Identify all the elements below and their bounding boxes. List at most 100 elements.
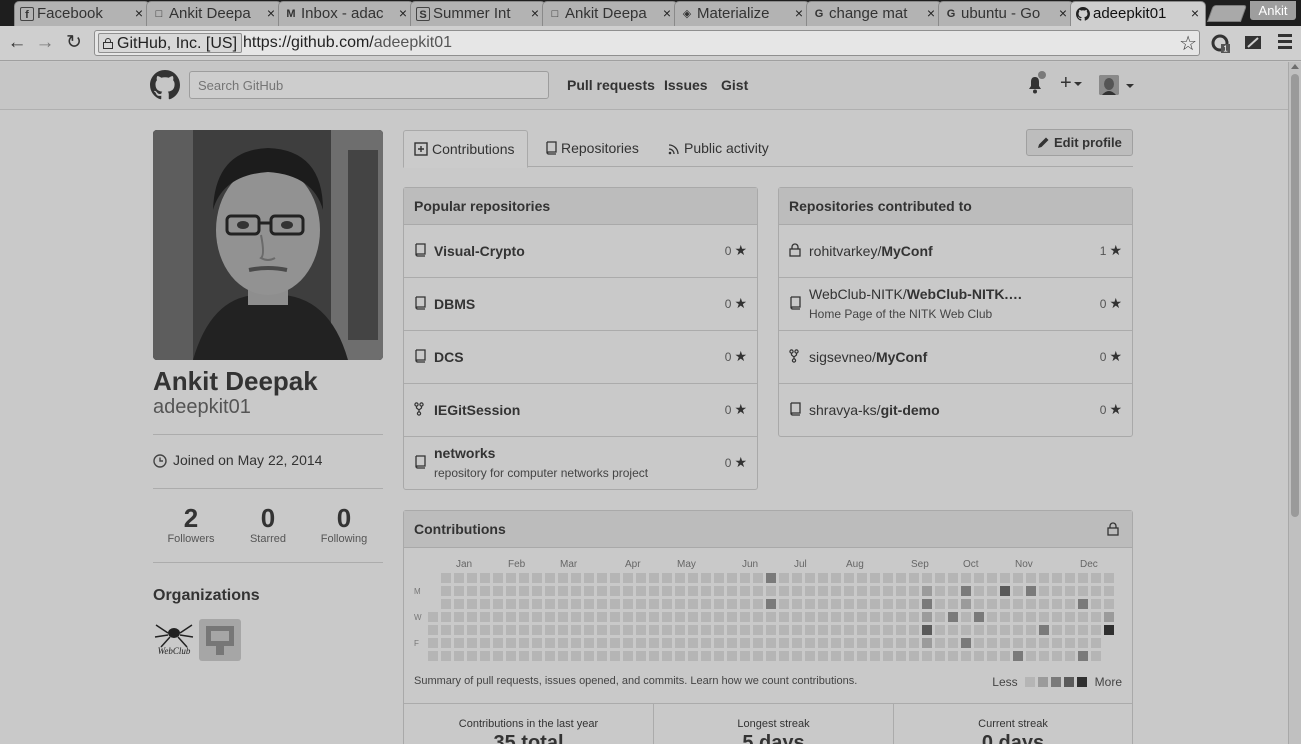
contribution-day[interactable] — [532, 612, 542, 622]
contribution-day[interactable] — [1091, 586, 1101, 596]
contribution-day[interactable] — [974, 612, 984, 622]
contribution-day[interactable] — [883, 573, 893, 583]
contribution-day[interactable] — [558, 625, 568, 635]
contribution-day[interactable] — [857, 612, 867, 622]
org-avatar-nitk[interactable] — [199, 619, 241, 661]
contribution-day[interactable] — [662, 573, 672, 583]
contribution-day[interactable] — [1078, 573, 1088, 583]
org-avatar-webclub[interactable]: WebClub — [153, 619, 195, 661]
contribution-day[interactable] — [649, 586, 659, 596]
contribution-day[interactable] — [805, 638, 815, 648]
contribution-day[interactable] — [766, 625, 776, 635]
contribution-day[interactable] — [636, 573, 646, 583]
contribution-day[interactable] — [961, 612, 971, 622]
contribution-day[interactable] — [1104, 599, 1114, 609]
contribution-day[interactable] — [545, 612, 555, 622]
contribution-day[interactable] — [974, 625, 984, 635]
contribution-day[interactable] — [766, 638, 776, 648]
contribution-day[interactable] — [1026, 651, 1036, 661]
contribution-day[interactable] — [935, 651, 945, 661]
contribution-day[interactable] — [727, 638, 737, 648]
contribution-day[interactable] — [467, 573, 477, 583]
contribution-day[interactable] — [870, 638, 880, 648]
contribution-day[interactable] — [1052, 573, 1062, 583]
contribution-day[interactable] — [467, 586, 477, 596]
close-icon[interactable]: × — [267, 5, 275, 21]
contribution-day[interactable] — [792, 612, 802, 622]
contribution-day[interactable] — [597, 573, 607, 583]
contribution-day[interactable] — [636, 586, 646, 596]
contribution-day[interactable] — [1013, 599, 1023, 609]
contribution-day[interactable] — [857, 599, 867, 609]
contribution-day[interactable] — [545, 651, 555, 661]
contribution-day[interactable] — [831, 638, 841, 648]
contribution-day[interactable] — [1052, 625, 1062, 635]
contribution-day[interactable] — [1091, 638, 1101, 648]
contribution-day[interactable] — [727, 625, 737, 635]
contribution-day[interactable] — [519, 586, 529, 596]
contribution-day[interactable] — [870, 599, 880, 609]
close-icon[interactable]: × — [1059, 5, 1067, 21]
contribution-day[interactable] — [701, 586, 711, 596]
contribution-day[interactable] — [1065, 651, 1075, 661]
url-text[interactable]: https://github.com/adeepkit01 — [243, 34, 452, 52]
contribution-day[interactable] — [688, 625, 698, 635]
contribution-day[interactable] — [1039, 599, 1049, 609]
github-logo-icon[interactable] — [150, 70, 180, 100]
contribution-day[interactable] — [584, 651, 594, 661]
contribution-day[interactable] — [454, 612, 464, 622]
contribution-day[interactable] — [519, 625, 529, 635]
contribution-day[interactable] — [480, 625, 490, 635]
contribution-day[interactable] — [519, 651, 529, 661]
contribution-day[interactable] — [532, 573, 542, 583]
contribution-day[interactable] — [831, 612, 841, 622]
contribution-day[interactable] — [1039, 612, 1049, 622]
contribution-day[interactable] — [519, 638, 529, 648]
nav-issues[interactable]: Issues — [664, 77, 708, 93]
contribution-day[interactable] — [896, 573, 906, 583]
contribution-day[interactable] — [610, 625, 620, 635]
contribution-day[interactable] — [922, 651, 932, 661]
contribution-day[interactable] — [857, 586, 867, 596]
tab-repositories[interactable]: Repositories — [535, 130, 649, 167]
contribution-day[interactable] — [610, 612, 620, 622]
contribution-day[interactable] — [896, 586, 906, 596]
contribution-day[interactable] — [753, 625, 763, 635]
contribution-day[interactable] — [1026, 586, 1036, 596]
extension-icon[interactable]: 1 — [1210, 33, 1230, 53]
contribution-day[interactable] — [974, 573, 984, 583]
contribution-day[interactable] — [1052, 612, 1062, 622]
contribution-day[interactable] — [987, 573, 997, 583]
contribution-day[interactable] — [1065, 599, 1075, 609]
browser-menu-icon[interactable] — [1278, 34, 1292, 52]
repo-row[interactable]: Visual-Crypto 0 ★ — [404, 225, 757, 278]
repo-row[interactable]: sigsevneo/MyConf 0 ★ — [779, 331, 1132, 384]
cast-icon[interactable] — [1243, 33, 1263, 53]
contribution-day[interactable] — [792, 573, 802, 583]
contribution-day[interactable] — [1026, 638, 1036, 648]
contribution-day[interactable] — [961, 651, 971, 661]
contribution-day[interactable] — [1065, 586, 1075, 596]
contribution-day[interactable] — [597, 651, 607, 661]
contribution-day[interactable] — [935, 638, 945, 648]
contribution-day[interactable] — [519, 599, 529, 609]
contribution-day[interactable] — [584, 612, 594, 622]
contribution-day[interactable] — [636, 651, 646, 661]
contribution-day[interactable] — [623, 586, 633, 596]
contribution-day[interactable] — [532, 625, 542, 635]
contribution-day[interactable] — [1039, 573, 1049, 583]
contribution-day[interactable] — [480, 599, 490, 609]
contribution-day[interactable] — [948, 586, 958, 596]
contribution-day[interactable] — [1000, 612, 1010, 622]
contribution-day[interactable] — [727, 573, 737, 583]
contribution-day[interactable] — [1078, 638, 1088, 648]
contribution-day[interactable] — [922, 586, 932, 596]
contribution-day[interactable] — [597, 599, 607, 609]
contribution-day[interactable] — [844, 573, 854, 583]
contribution-day[interactable] — [792, 586, 802, 596]
contribution-day[interactable] — [1000, 638, 1010, 648]
contribution-day[interactable] — [935, 586, 945, 596]
contribution-day[interactable] — [584, 586, 594, 596]
contribution-day[interactable] — [675, 625, 685, 635]
contribution-day[interactable] — [701, 651, 711, 661]
